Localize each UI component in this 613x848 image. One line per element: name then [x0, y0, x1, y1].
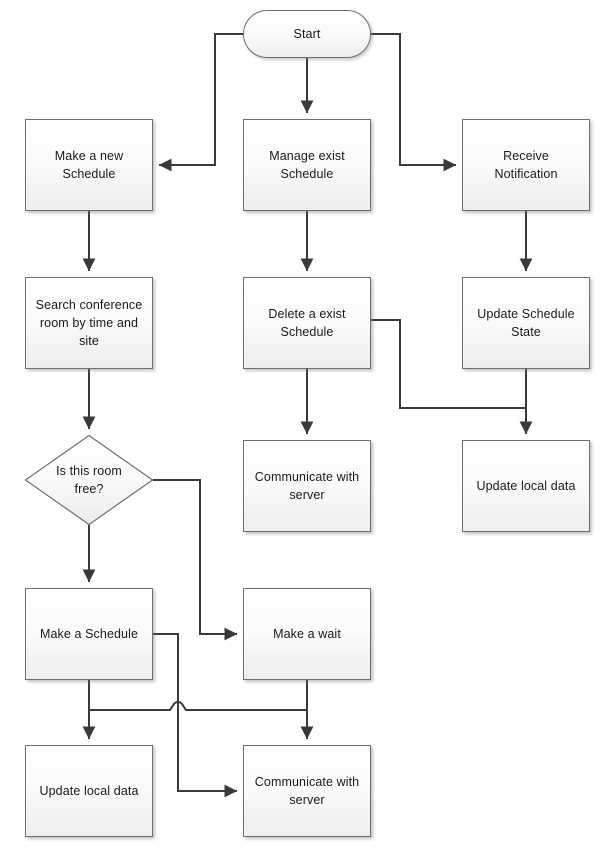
edge-start-to-receive [370, 33, 457, 172]
node-communicate-server-mid-label: Communicate with server [254, 469, 360, 502]
node-search-conference-room[interactable]: Search conference room by time and site [25, 277, 153, 369]
node-make-new-schedule-label: Make a new Schedule [54, 148, 124, 181]
node-communicate-server-bottom-label: Communicate with server [254, 774, 360, 807]
node-update-local-data-right[interactable]: Update local data [462, 440, 590, 532]
node-manage-exist-schedule-label: Manage exist Schedule [269, 148, 345, 181]
node-update-schedule-state-label: Update Schedule State [477, 306, 575, 339]
node-make-a-schedule-label: Make a Schedule [39, 626, 139, 641]
node-start[interactable]: Start [243, 10, 371, 58]
node-communicate-server-bottom[interactable]: Communicate with server [243, 745, 371, 837]
node-make-a-schedule[interactable]: Make a Schedule [25, 588, 153, 680]
node-update-schedule-state[interactable]: Update Schedule State [462, 277, 590, 369]
node-is-room-free[interactable]: Is this room free? [24, 434, 154, 526]
node-communicate-server-mid[interactable]: Communicate with server [243, 440, 371, 532]
edge-start-to-make-new [158, 33, 244, 172]
node-receive-notification-label: Receive Notification [494, 148, 558, 181]
edge-make-schedule-to-communicate [152, 633, 238, 798]
flowchart-canvas: Start Make a new Schedule Manage exist S… [0, 0, 613, 848]
node-manage-exist-schedule[interactable]: Manage exist Schedule [243, 119, 371, 211]
node-update-local-data-right-label: Update local data [476, 478, 576, 493]
node-make-new-schedule[interactable]: Make a new Schedule [25, 119, 153, 211]
node-update-local-data-bottom[interactable]: Update local data [25, 745, 153, 837]
node-make-a-wait-label: Make a wait [273, 626, 341, 641]
node-search-conference-room-label: Search conference room by time and site [35, 297, 143, 349]
node-receive-notification[interactable]: Receive Notification [462, 119, 590, 211]
edge-decision-to-make-wait [153, 479, 238, 641]
node-delete-exist-schedule-label: Delete a exist Schedule [268, 306, 346, 339]
node-make-a-wait[interactable]: Make a wait [243, 588, 371, 680]
node-delete-exist-schedule[interactable]: Delete a exist Schedule [243, 277, 371, 369]
node-start-label: Start [293, 26, 321, 41]
node-update-local-data-bottom-label: Update local data [39, 783, 139, 798]
edge-make-wait-to-communicate [88, 679, 308, 711]
node-is-room-free-label: Is this room free? [56, 463, 122, 496]
